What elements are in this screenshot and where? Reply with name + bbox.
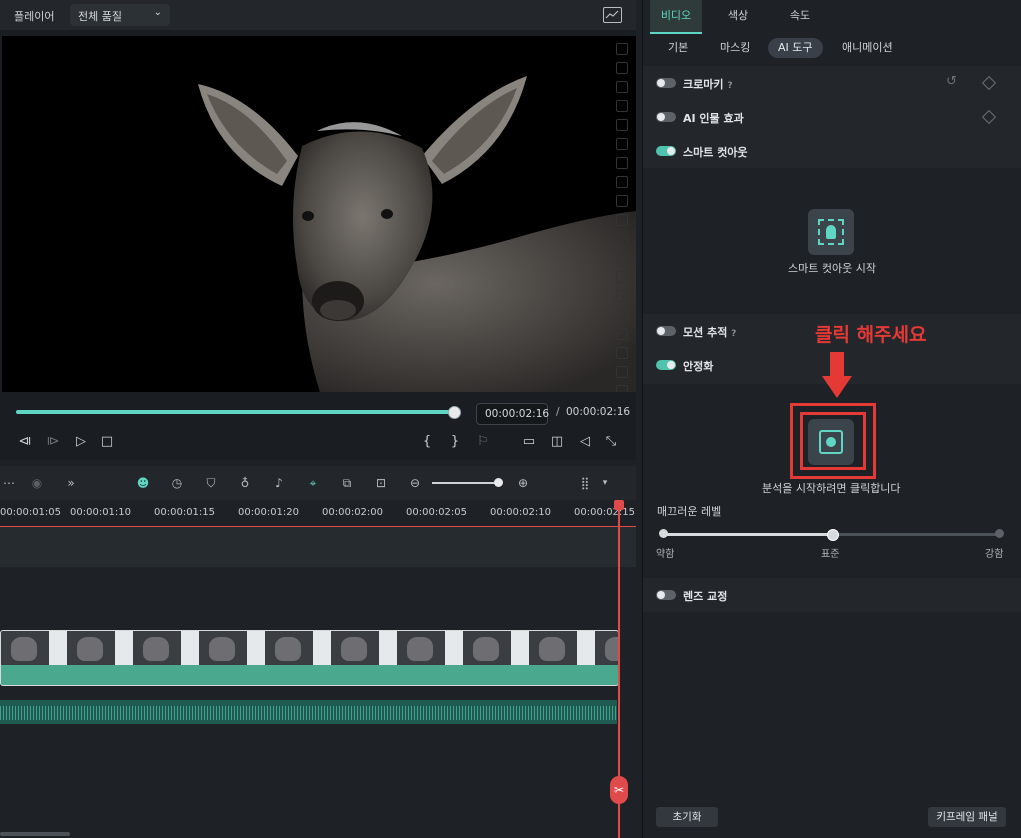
play-icon[interactable]: ▷ [72, 433, 90, 451]
ai-portrait-toggle[interactable] [656, 112, 676, 122]
motion-tracking-toggle[interactable] [656, 326, 676, 336]
ruler-label: 00:00:01:10 [70, 507, 132, 518]
reset-button[interactable]: 초기화 [656, 807, 718, 827]
marker-icon[interactable]: ⚐ [474, 433, 492, 451]
smoothness-slider-fill [663, 533, 831, 536]
annotation-arrow-head [822, 376, 852, 398]
playback-progress-bar[interactable] [16, 410, 454, 414]
subtab-masking[interactable]: 마스킹 [710, 38, 760, 58]
chevron-down-icon: ⌄ [153, 7, 162, 18]
clip-thumbnails [1, 631, 618, 665]
split-snap-icon[interactable]: ⌖ [304, 474, 322, 492]
auto-reframe-icon[interactable]: ⧉ [338, 474, 356, 492]
music-note-icon[interactable]: ♪ [270, 474, 288, 492]
caret-down-icon[interactable]: ▾ [596, 474, 614, 492]
smart-cutout-start-button[interactable] [808, 209, 854, 255]
quality-dropdown[interactable]: 전체 품질 ⌄ [70, 4, 170, 26]
subtab-basic[interactable]: 기본 [658, 38, 698, 58]
chroma-key-label: 크로마키 ? [683, 78, 733, 91]
playback-progress-knob[interactable] [448, 406, 461, 419]
highlight-box-inner [800, 412, 866, 470]
empty-track[interactable] [0, 527, 636, 567]
smoothness-slider-knob[interactable] [827, 529, 839, 541]
zoom-slider[interactable] [432, 482, 498, 484]
snapshot-icon[interactable]: ◫ [548, 433, 566, 451]
help-icon: ? [727, 81, 733, 91]
timeline-scrollbar[interactable] [0, 832, 70, 836]
time-separator: / [556, 406, 560, 418]
help-icon: ? [731, 329, 737, 339]
total-time: 00:00:02:16 [566, 406, 631, 418]
ruler-label: 00:00:01:20 [238, 507, 300, 518]
zoom-in-icon[interactable]: ⊕ [514, 474, 532, 492]
ruler-label: 00:00:02:10 [490, 507, 552, 518]
microphone-icon[interactable]: ♁ [236, 474, 254, 492]
motion-tracking-label: 모션 추적 ? [683, 326, 737, 339]
level-high-label: 강함 [985, 549, 1004, 560]
stabilization-toggle[interactable] [656, 360, 676, 370]
stop-icon[interactable]: □ [98, 433, 116, 451]
slider-stop[interactable] [995, 529, 1004, 538]
slider-stop[interactable] [659, 529, 668, 538]
mark-out-button[interactable]: } [446, 433, 464, 451]
video-clip[interactable] [0, 630, 619, 686]
level-mid-label: 표준 [821, 549, 840, 560]
scissors-icon[interactable]: ✂ [610, 776, 628, 804]
ruler-label: 00:00:02:05 [406, 507, 468, 518]
stabilization-label: 안정화 [683, 360, 714, 373]
subtab-ai-tools[interactable]: AI 도구 [768, 38, 823, 58]
eye-icon[interactable]: ◉ [28, 474, 46, 492]
current-time: 00:00:02:16 [485, 408, 550, 420]
smoothness-label: 매끄러운 레벨 [657, 505, 722, 518]
smart-cutout-caption: 스마트 컷아웃 시작 [788, 262, 876, 275]
keyframe-panel-button[interactable]: 키프레임 패널 [928, 807, 1006, 827]
quality-value: 전체 품질 [78, 10, 122, 23]
waveform-monitor-icon[interactable] [603, 7, 622, 23]
video-preview[interactable] [2, 36, 636, 392]
smart-cutout-toggle[interactable] [656, 146, 676, 156]
chroma-key-toggle[interactable] [656, 78, 676, 88]
current-time-field[interactable]: 00:00:02:16 [476, 403, 550, 425]
annotation-arrow [830, 352, 844, 378]
ruler-label: 00:00:02:00 [322, 507, 384, 518]
ruler-label: 00:00:01:15 [154, 507, 216, 518]
tab-speed[interactable]: 속도 [774, 0, 826, 32]
speed-ramp-icon[interactable]: ◷ [168, 474, 186, 492]
zoom-out-icon[interactable]: ⊖ [406, 474, 424, 492]
reset-icon[interactable]: ↺ [946, 74, 957, 89]
lens-correction-toggle[interactable] [656, 590, 676, 600]
empty-track[interactable] [0, 567, 636, 627]
smart-cutout-label: 스마트 컷아웃 [683, 146, 748, 159]
player-title: 플레이어 [14, 10, 55, 23]
more-tools-icon[interactable]: ⋯ [0, 474, 18, 492]
grid-icon[interactable]: ⣿ [576, 474, 594, 492]
fullscreen-icon[interactable]: ⤡ [602, 433, 620, 451]
analysis-caption: 분석을 시작하려면 클릭합니다 [762, 482, 901, 495]
playhead-marker[interactable] [614, 500, 624, 510]
subtab-animation[interactable]: 애니메이션 [832, 38, 903, 58]
tab-video[interactable]: 비디오 [650, 0, 702, 34]
previous-frame-icon[interactable]: ⧏ [16, 433, 34, 451]
annotation-text: 클릭 해주세요 [815, 324, 927, 346]
tab-color[interactable]: 색상 [712, 0, 764, 32]
clip-icon[interactable]: ⊡ [372, 474, 390, 492]
display-icon[interactable]: ▭ [520, 433, 538, 451]
shield-icon[interactable]: ⛉ [202, 474, 220, 492]
volume-icon[interactable]: ◁ [576, 433, 594, 451]
mark-in-button[interactable]: { [418, 433, 436, 451]
double-chevron-right-icon[interactable]: » [62, 474, 80, 492]
audio-waveform [0, 706, 617, 720]
ai-face-icon[interactable]: ☻ [134, 474, 152, 492]
ruler-label: 00:00:01:05 [0, 507, 62, 518]
next-frame-icon[interactable]: ⧐ [44, 433, 62, 451]
level-low-label: 약함 [656, 549, 675, 560]
film-strip-decoration [616, 36, 628, 392]
ai-portrait-label: AI 인물 효과 [683, 112, 744, 125]
deer-image [198, 76, 636, 392]
zoom-slider-knob[interactable] [494, 478, 503, 487]
lens-correction-label: 렌즈 교정 [683, 590, 728, 603]
ruler-label: 00:00:02:15 [574, 507, 636, 518]
